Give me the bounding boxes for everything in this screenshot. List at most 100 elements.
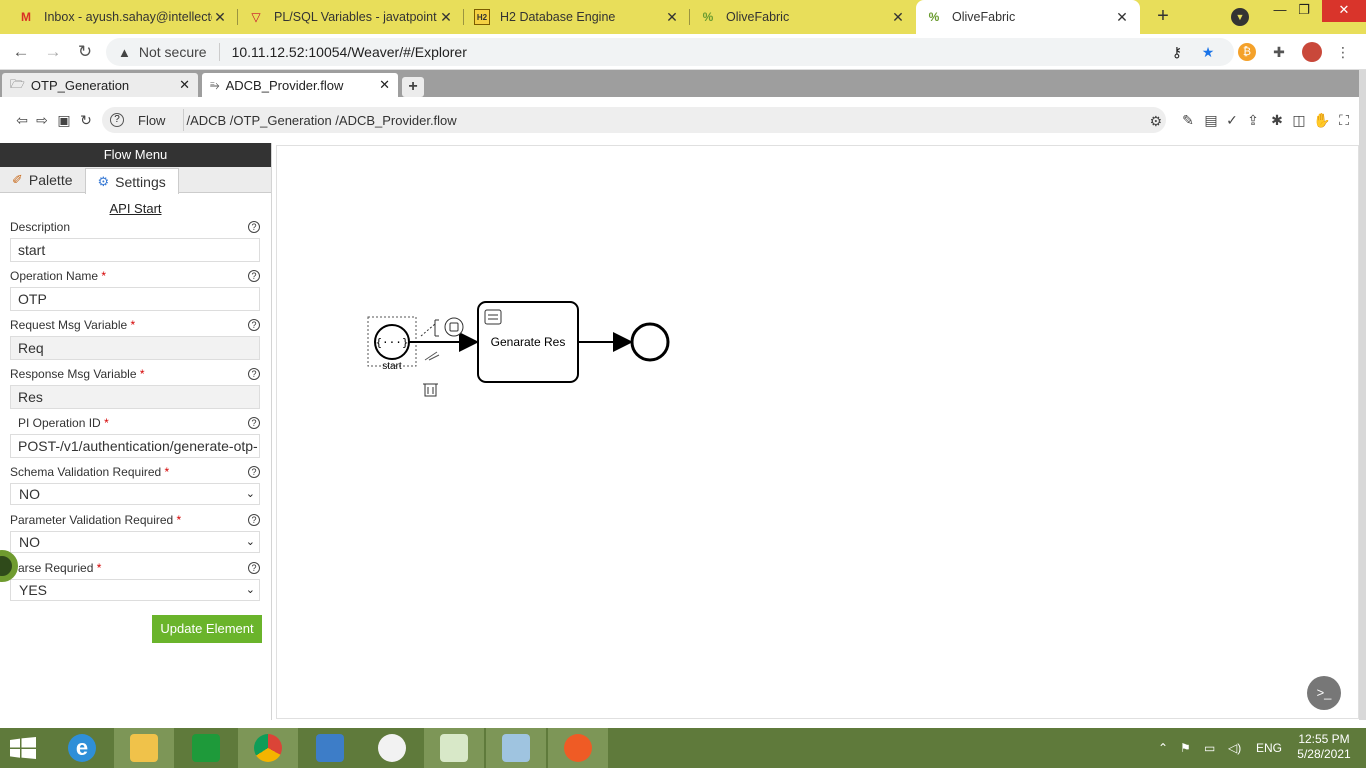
omnibox[interactable]: ▲ Not secure 10.11.12.52:10054/Weaver/#/…	[106, 38, 1234, 66]
browser-tab-strip: M Inbox - ayush.sahay@intellectd ✕ ▽ PL/…	[0, 0, 1366, 34]
profile-avatar[interactable]	[1302, 42, 1322, 62]
operation-name-field[interactable]: OTP	[10, 287, 260, 311]
chevron-down-icon: ⌄	[245, 584, 255, 596]
taskbar-notes[interactable]	[486, 728, 546, 768]
open-folder-icon[interactable]: ▣	[56, 112, 72, 128]
deploy-icon[interactable]: ⇪	[1245, 112, 1261, 128]
browser-tab-javatpoint[interactable]: ▽ PL/SQL Variables - javatpoint ✕	[238, 0, 464, 34]
language-indicator[interactable]: ENG	[1256, 728, 1282, 768]
trash-icon[interactable]	[423, 383, 438, 397]
app-tab-adcb-provider[interactable]: ⥱ ADCB_Provider.flow ✕	[202, 73, 398, 97]
bookmark-star-icon[interactable]: ★	[1199, 43, 1217, 61]
close-icon[interactable]: ✕	[1114, 9, 1130, 26]
menu-kebab-icon[interactable]: ⋮	[1334, 43, 1352, 61]
split-view-icon[interactable]: ◫	[1291, 112, 1307, 128]
new-tab-button[interactable]: +	[1150, 4, 1176, 30]
response-msg-field[interactable]: Res	[10, 385, 260, 409]
gear-icon[interactable]: ⚙	[1149, 113, 1162, 130]
volume-icon[interactable]: ◁)	[1228, 728, 1241, 768]
windows-start-icon[interactable]	[10, 737, 36, 759]
console-terminal-button[interactable]: >_	[1307, 676, 1341, 710]
browser-tab-olivefabric[interactable]: % OliveFabric ✕	[690, 0, 916, 34]
help-icon[interactable]: ?	[248, 319, 260, 331]
hand-pan-icon[interactable]: ✋	[1313, 112, 1330, 128]
help-icon[interactable]: ?	[248, 368, 260, 380]
schema-validation-select[interactable]: NO ⌄	[10, 483, 260, 505]
extensions-puzzle-icon[interactable]: ✚	[1270, 43, 1288, 61]
tab-palette[interactable]: ✐ Palette	[0, 167, 85, 193]
taskbar-pinwheel[interactable]	[362, 728, 422, 768]
description-field-group: Description ? start	[10, 218, 261, 262]
add-tab-button[interactable]: +	[402, 77, 424, 97]
taskbar-editor[interactable]	[424, 728, 484, 768]
task-genarate-res[interactable]: Genarate Res	[477, 301, 579, 383]
help-icon[interactable]: ?	[248, 417, 260, 429]
flow-canvas[interactable]: {···} start Genarate Res	[276, 145, 1359, 719]
taskbar-file-explorer[interactable]	[114, 728, 174, 768]
close-icon[interactable]: ✕	[664, 9, 680, 26]
help-icon[interactable]: ?	[248, 562, 260, 574]
end-event[interactable]	[630, 322, 670, 362]
parse-required-select[interactable]: YES ⌄	[10, 579, 260, 601]
api-operation-id-field[interactable]: POST-/v1/authentication/generate-otp-	[10, 434, 260, 458]
help-icon[interactable]: ?	[248, 514, 260, 526]
taskbar-postman[interactable]	[548, 728, 608, 768]
network-flag-icon[interactable]: ⚑	[1180, 728, 1191, 768]
window-close-icon[interactable]: ✕	[1322, 0, 1366, 22]
label-text: Schema Validation Required	[10, 465, 162, 479]
close-icon[interactable]: ✕	[379, 77, 390, 93]
field-label: Operation Name *	[10, 267, 261, 285]
refresh-icon[interactable]: ↻	[78, 112, 94, 128]
key-icon[interactable]: ⚷	[1168, 43, 1186, 61]
connect-tool-icon[interactable]	[420, 323, 436, 337]
parameter-validation-select[interactable]: NO ⌄	[10, 531, 260, 553]
description-field[interactable]: start	[10, 238, 260, 262]
field-label: Description	[10, 218, 261, 236]
folder-icon: 🗁	[10, 76, 25, 91]
back-icon[interactable]: ←	[10, 41, 32, 63]
browser-tab-olivefabric-active[interactable]: % OliveFabric ✕	[916, 0, 1140, 34]
validate-check-icon[interactable]: ✓	[1224, 112, 1240, 128]
tab-search-icon[interactable]: ▼	[1231, 8, 1249, 26]
browser-tab-gmail[interactable]: M Inbox - ayush.sahay@intellectd ✕	[8, 0, 238, 34]
tab-settings[interactable]: ⚙ Settings	[84, 168, 179, 194]
help-icon[interactable]: ?	[248, 270, 260, 282]
reload-icon[interactable]: ↻	[74, 41, 96, 63]
tab-label: Settings	[115, 173, 166, 190]
request-msg-field[interactable]: Req	[10, 336, 260, 360]
scrollbar[interactable]	[1359, 70, 1366, 720]
url-text[interactable]: 10.11.12.52:10054/Weaver/#/Explorer	[232, 44, 467, 60]
help-icon[interactable]: ?	[248, 221, 260, 233]
show-hidden-icons[interactable]: ⌃	[1158, 728, 1168, 768]
chevron-down-icon: ⌄	[245, 536, 255, 548]
help-icon[interactable]: ?	[110, 113, 124, 127]
close-icon[interactable]: ✕	[179, 77, 190, 93]
taskbar-media[interactable]	[300, 728, 360, 768]
taskbar-chrome[interactable]	[238, 728, 298, 768]
bitcoin-extension-icon[interactable]: ₿	[1238, 43, 1256, 61]
restore-icon[interactable]: ❐	[1290, 0, 1318, 22]
save-icon[interactable]: ▤	[1203, 112, 1219, 128]
forward-arrow-icon[interactable]: ⇨	[34, 112, 50, 128]
app-tab-otp-generation[interactable]: 🗁 OTP_Generation ✕	[2, 73, 198, 97]
forward-icon[interactable]: →	[42, 41, 64, 63]
close-icon[interactable]: ✕	[890, 9, 906, 26]
response-msg-field-group: Response Msg Variable * ? Res	[10, 365, 261, 409]
close-icon[interactable]: ✕	[438, 9, 454, 26]
debug-bug-icon[interactable]: ✱	[1269, 112, 1285, 128]
edit-icon[interactable]: ✎	[1180, 112, 1196, 128]
system-clock[interactable]: 12:55 PM 5/28/2021	[1290, 732, 1358, 762]
close-icon[interactable]: ✕	[212, 9, 228, 26]
fit-screen-icon[interactable]: ⛶	[1336, 112, 1352, 128]
wrench-tool-icon[interactable]	[424, 351, 440, 361]
start-event[interactable]: {···}	[374, 324, 410, 360]
append-task-icon[interactable]	[444, 317, 464, 337]
back-arrow-icon[interactable]: ⇦	[14, 112, 30, 128]
annotation-tool-icon[interactable]	[434, 319, 439, 337]
taskbar-ie[interactable]: e	[52, 728, 112, 768]
help-icon[interactable]: ?	[248, 466, 260, 478]
browser-tab-h2[interactable]: H2 H2 Database Engine ✕	[464, 0, 690, 34]
update-element-button[interactable]: Update Element	[152, 615, 262, 643]
network-icon[interactable]: ▭	[1204, 728, 1215, 768]
taskbar-store[interactable]	[176, 728, 236, 768]
